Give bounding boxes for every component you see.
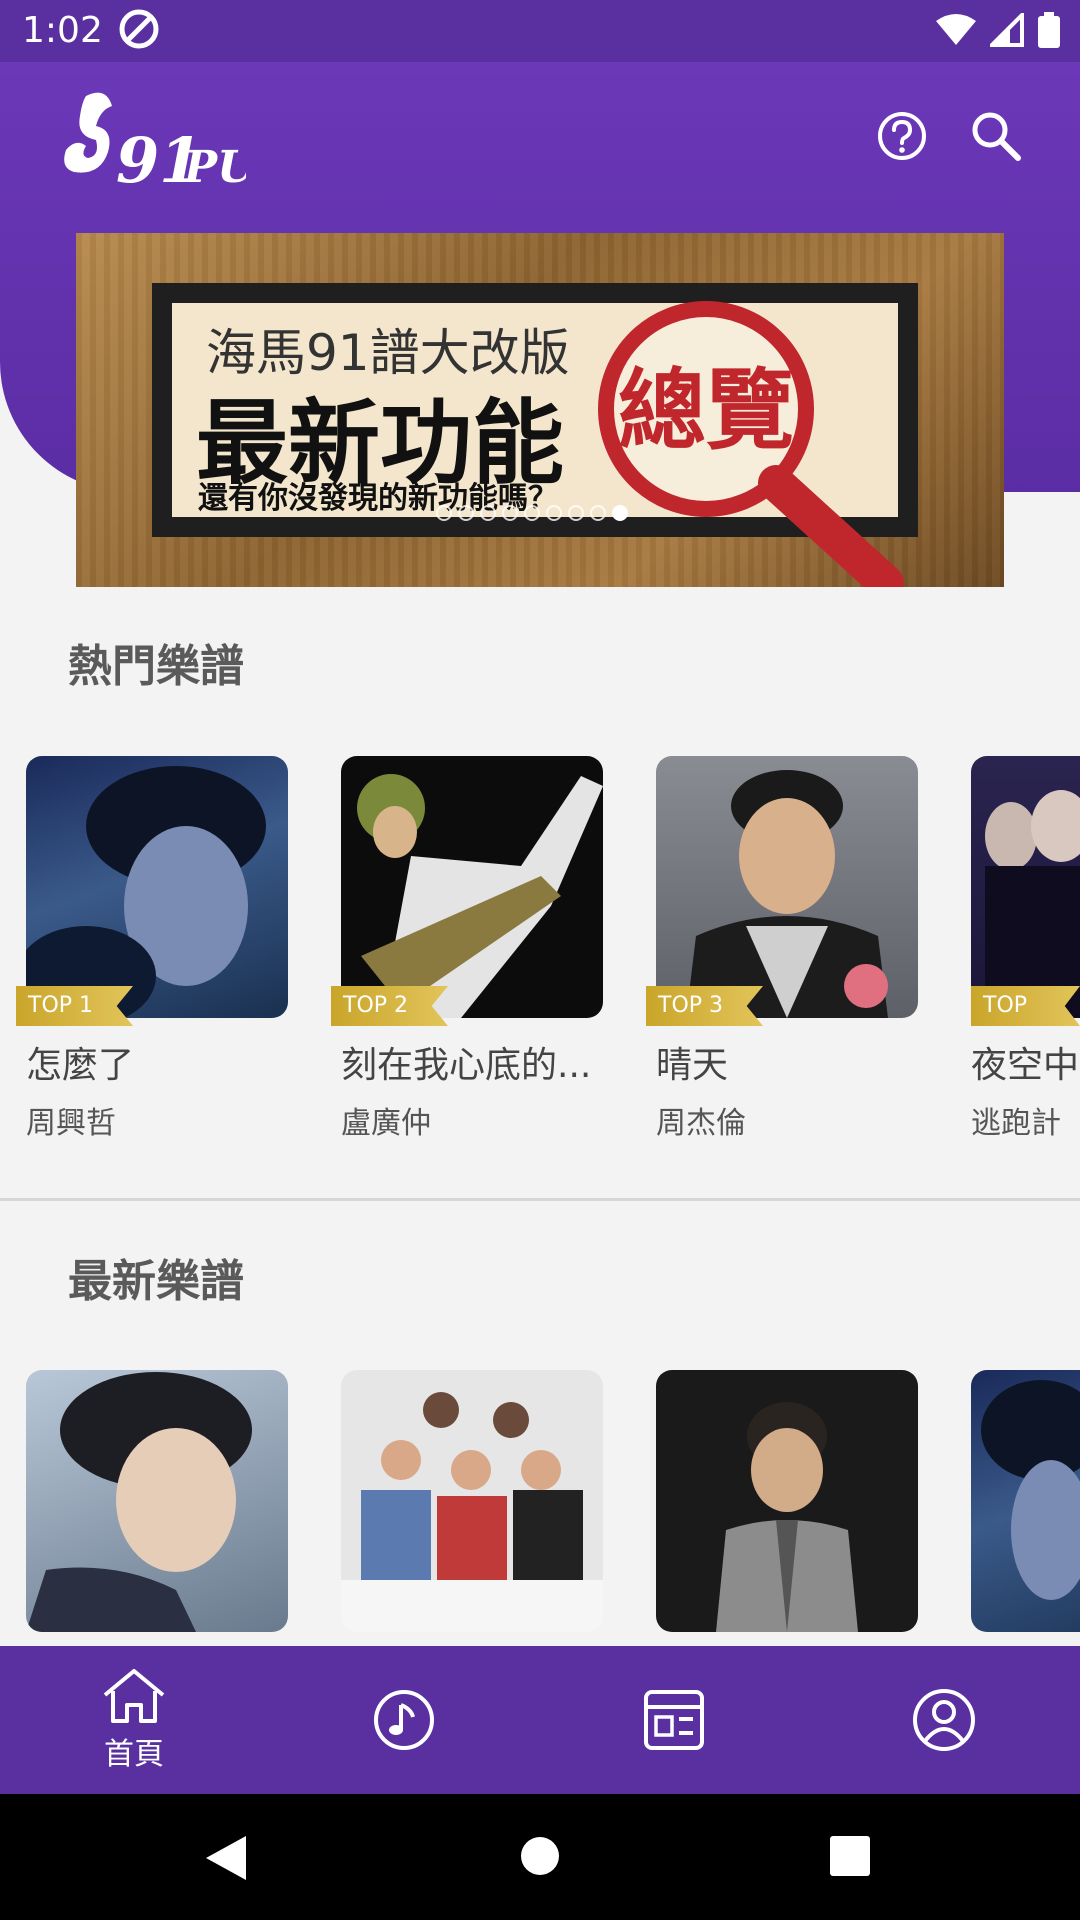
song-title: 晴天 [656,1045,729,1086]
at-sign-icon [119,9,159,49]
hot-section-title: 熱門樂譜 [68,641,244,692]
app-logo[interactable]: 91 PU [56,86,246,190]
section-divider [0,1198,1080,1201]
hot-card[interactable]: TOP 2 刻在我心底的... 盧廣仲 [331,756,603,1142]
banner-dot[interactable] [546,505,562,521]
song-artist: 逃跑計 [971,1106,1061,1141]
song-artist: 周杰倫 [656,1106,746,1141]
nav-profile[interactable] [864,1646,1024,1794]
artist-photo [26,756,288,1018]
battery-icon [1038,12,1060,48]
svg-text:PU: PU [182,142,246,190]
magnifier-graphic: 總覽 [598,301,904,587]
latest-card[interactable] [971,1370,1080,1632]
hot-card[interactable]: TOP 3 晴天 周杰倫 [646,756,918,1142]
back-icon[interactable] [204,1834,248,1882]
rank-badge: TOP 4 [971,986,1080,1026]
artist-photo [971,756,1080,1018]
latest-card[interactable] [656,1370,918,1632]
song-title: 刻在我心底的... [341,1045,592,1086]
bottom-navigation: 首頁 [0,1646,1080,1794]
song-title: 夜空中 [971,1045,1080,1086]
news-icon [644,1690,704,1750]
promo-banner[interactable]: 海馬91譜大改版 最新功能 還有你沒發現的新功能嗎？ 總覽 [76,233,1004,587]
rank-badge: TOP 3 [646,986,764,1026]
song-artist: 盧廣仲 [341,1106,431,1141]
nav-home-label: 首頁 [104,1737,164,1772]
status-bar: 1:02 [0,0,1080,62]
latest-section-title: 最新樂譜 [68,1256,244,1307]
home-icon [103,1669,165,1723]
nav-news[interactable] [594,1646,754,1794]
wifi-icon [936,14,976,45]
banner-dot-active[interactable] [612,505,628,521]
banner-dot[interactable] [590,505,606,521]
artist-photo [656,1370,918,1632]
user-icon [913,1689,975,1751]
hot-card[interactable]: TOP 4 夜空中 逃跑計 [971,756,1080,1142]
nav-music[interactable] [324,1646,484,1794]
banner-dot[interactable] [568,505,584,521]
artist-photo [971,1370,1080,1632]
status-time: 1:02 [22,10,103,51]
banner-dot[interactable] [458,505,474,521]
banner-dot[interactable] [480,505,496,521]
rank-badge: TOP 2 [331,986,449,1026]
banner-dot[interactable] [502,505,518,521]
home-circle-icon[interactable] [520,1836,560,1876]
search-icon[interactable] [970,110,1022,162]
latest-card[interactable] [341,1370,603,1632]
system-navigation-bar [0,1794,1080,1920]
hot-card[interactable]: TOP 1 怎麼了 周興哲 [16,756,288,1142]
latest-card[interactable] [26,1370,288,1632]
nav-home[interactable]: 首頁 [54,1646,214,1794]
signal-icon [990,13,1024,47]
rank-badge: TOP 1 [16,986,134,1026]
help-icon[interactable] [876,110,928,162]
banner-pagination [436,505,628,521]
banner-badge: 總覽 [618,359,794,462]
banner-dot[interactable] [436,505,452,521]
recents-icon[interactable] [830,1836,870,1876]
song-title: 怎麼了 [26,1045,135,1086]
artist-photo [26,1370,288,1632]
artist-photo [341,756,603,1018]
music-note-icon [374,1690,434,1750]
artist-photo [341,1370,603,1632]
song-artist: 周興哲 [26,1106,116,1141]
banner-dot[interactable] [524,505,540,521]
artist-photo [656,756,918,1018]
